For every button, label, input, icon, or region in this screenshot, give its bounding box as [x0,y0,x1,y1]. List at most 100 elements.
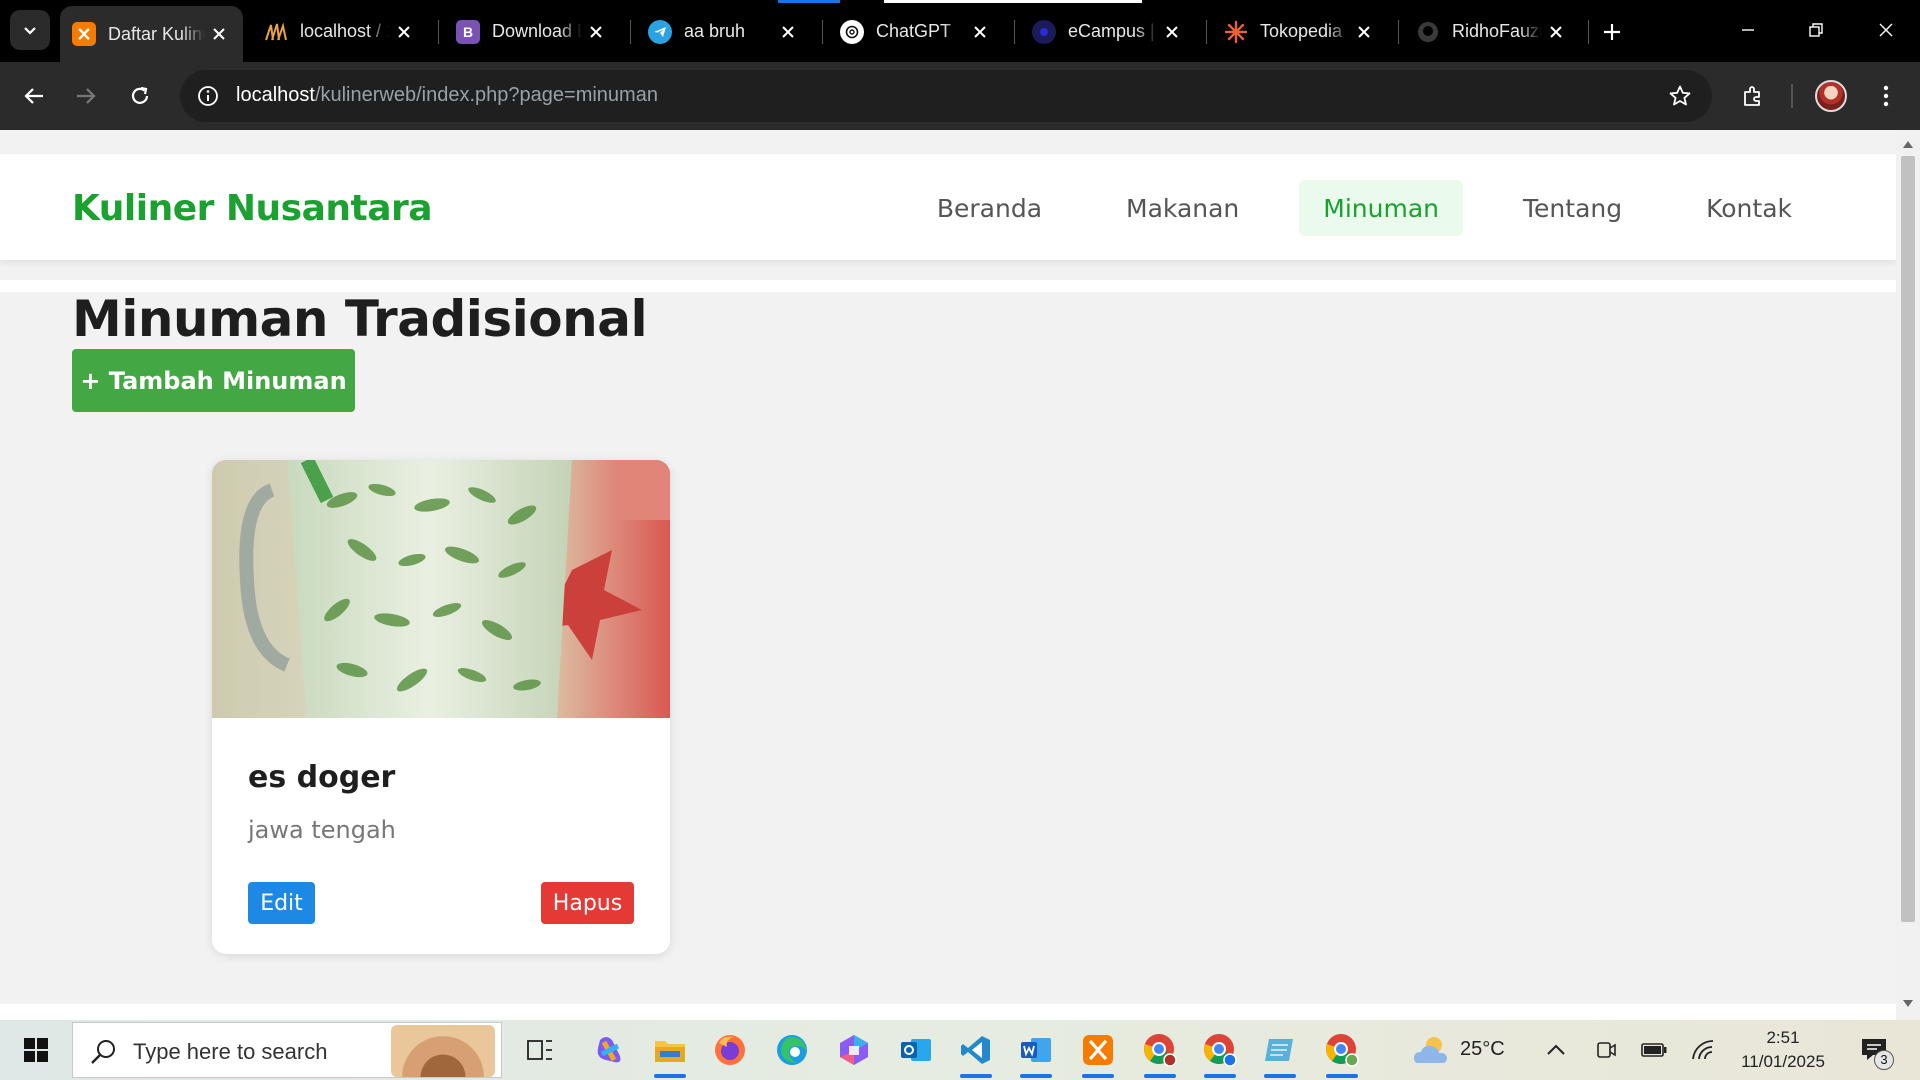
search-icon [91,1040,115,1064]
plus-icon [1604,24,1620,40]
page-footer-strip [0,1004,1896,1020]
forward-button[interactable] [66,76,106,116]
close-icon[interactable] [774,18,802,46]
bookmark-star-icon[interactable] [1666,82,1694,110]
close-icon[interactable] [1158,18,1186,46]
drink-photo [212,460,670,718]
active-app-indicator [1204,1074,1236,1078]
microsoft-365-icon[interactable] [832,1028,876,1072]
nav-minuman[interactable]: Minuman [1299,180,1464,236]
extensions-button[interactable] [1733,76,1773,116]
firefox-icon[interactable] [708,1028,752,1072]
scroll-down-icon[interactable] [1902,998,1914,1010]
chrome-profile-2-icon[interactable] [1198,1028,1242,1078]
tab-chatgpt[interactable]: ChatGPT [828,11,1004,52]
weather-temperature[interactable]: 25°C [1460,1038,1505,1061]
search-placeholder: Type here to search [133,1039,328,1064]
word-icon[interactable] [1014,1028,1058,1078]
reload-icon [131,86,149,104]
reload-button[interactable] [120,76,160,116]
url-text[interactable]: localhost/kulinerweb/index.php?page=minu… [236,84,658,107]
close-window-button[interactable] [1858,8,1914,52]
active-app-indicator [1020,1074,1052,1078]
phpmyadmin-icon [264,20,288,44]
site-brand[interactable]: Kuliner Nusantara [72,188,433,229]
close-icon[interactable] [966,18,994,46]
file-explorer-icon[interactable] [648,1028,692,1078]
site-info-icon[interactable] [194,82,222,110]
tab-strip: Daftar Kuliner localhost / 127.0.0.1 B D… [0,0,1920,62]
active-app-indicator [1264,1074,1296,1078]
edit-button[interactable]: Edit [248,882,315,924]
scrollbar-thumb[interactable] [1901,156,1915,922]
close-icon[interactable] [390,18,418,46]
tab-daftar-kuliner[interactable]: Daftar Kuliner [60,6,243,62]
tab-telegram[interactable]: aa bruh [636,11,812,52]
xampp-icon[interactable] [1076,1028,1120,1078]
close-icon[interactable] [582,18,610,46]
profile-avatar[interactable] [1815,80,1847,112]
nav-makanan[interactable]: Makanan [1102,180,1263,236]
tab-title: Daftar Kuliner [108,23,205,44]
active-app-indicator [1144,1074,1176,1078]
tab-separator [1588,20,1589,44]
puzzle-icon [1744,86,1760,106]
close-icon[interactable] [1542,18,1570,46]
tab-separator [822,20,823,44]
nav-beranda[interactable]: Beranda [913,180,1066,236]
browser-menu-button[interactable] [1866,76,1906,116]
add-drink-button[interactable]: + Tambah Minuman [72,349,355,412]
copilot-icon[interactable] [588,1028,632,1072]
weather-cloud-icon[interactable] [1410,1028,1456,1072]
close-icon[interactable] [205,20,233,48]
outlook-icon[interactable] [894,1028,938,1072]
tab-title: ChatGPT [876,21,952,41]
new-tab-button[interactable] [1594,14,1630,50]
tokopedia-icon [1224,20,1248,44]
url-host: localhost [236,84,315,106]
notification-icon[interactable]: 3 [1850,1028,1900,1072]
ecampus-icon [1032,19,1056,44]
tab-tokopedia[interactable]: Tokopedia [1212,11,1388,52]
chatgpt-icon [840,19,864,44]
tab-phpmyadmin[interactable]: localhost / 127.0.0.1 [252,11,428,52]
chrome-profile-1-icon[interactable] [1138,1028,1182,1078]
close-icon[interactable] [1350,18,1378,46]
drink-origin: jawa tengah [248,816,396,844]
back-button[interactable] [14,76,54,116]
meet-now-icon[interactable] [1586,1028,1626,1072]
nav-tentang[interactable]: Tentang [1499,180,1646,236]
chevron-up-icon[interactable] [1536,1028,1576,1072]
minimize-button[interactable] [1720,8,1776,52]
search-highlight-image [391,1025,495,1077]
taskbar-search-box[interactable]: Type here to search [72,1022,502,1078]
chrome-profile-3-icon[interactable] [1320,1028,1364,1078]
nav-kontak[interactable]: Kontak [1682,180,1816,236]
tab-separator [630,20,631,44]
task-view-icon[interactable] [518,1028,562,1072]
restore-button[interactable] [1788,8,1844,52]
address-bar[interactable]: localhost/kulinerweb/index.php?page=minu… [180,70,1712,122]
edge-icon[interactable] [770,1028,814,1072]
arrow-left-icon [24,88,43,104]
active-app-indicator [1082,1074,1114,1078]
tab-search-button[interactable] [10,10,50,50]
start-button[interactable] [14,1032,58,1068]
browser-toolbar: localhost/kulinerweb/index.php?page=minu… [0,62,1920,130]
delete-button[interactable]: Hapus [541,882,634,924]
page-scrollbar[interactable] [1896,130,1920,1020]
vscode-icon[interactable] [954,1028,998,1078]
minimize-icon [1742,29,1754,31]
notepad-icon[interactable] [1258,1028,1302,1078]
wifi-icon[interactable] [1684,1028,1724,1072]
page-title: Minuman Tradisional [72,290,648,348]
page-viewport: Kuliner Nusantara Beranda Makanan Minuma… [0,130,1896,1020]
github-icon [1416,20,1440,44]
tab-bootstrap[interactable]: B Download Bootstrap [444,11,620,52]
tab-github[interactable]: RidhoFauzi [1404,11,1580,52]
system-clock[interactable]: 2:51 11/01/2025 [1728,1026,1838,1074]
tab-ecampus[interactable]: eCampus | [1020,11,1196,52]
scroll-up-icon[interactable] [1902,138,1914,150]
battery-icon[interactable] [1634,1028,1674,1072]
active-app-indicator [1326,1074,1358,1078]
